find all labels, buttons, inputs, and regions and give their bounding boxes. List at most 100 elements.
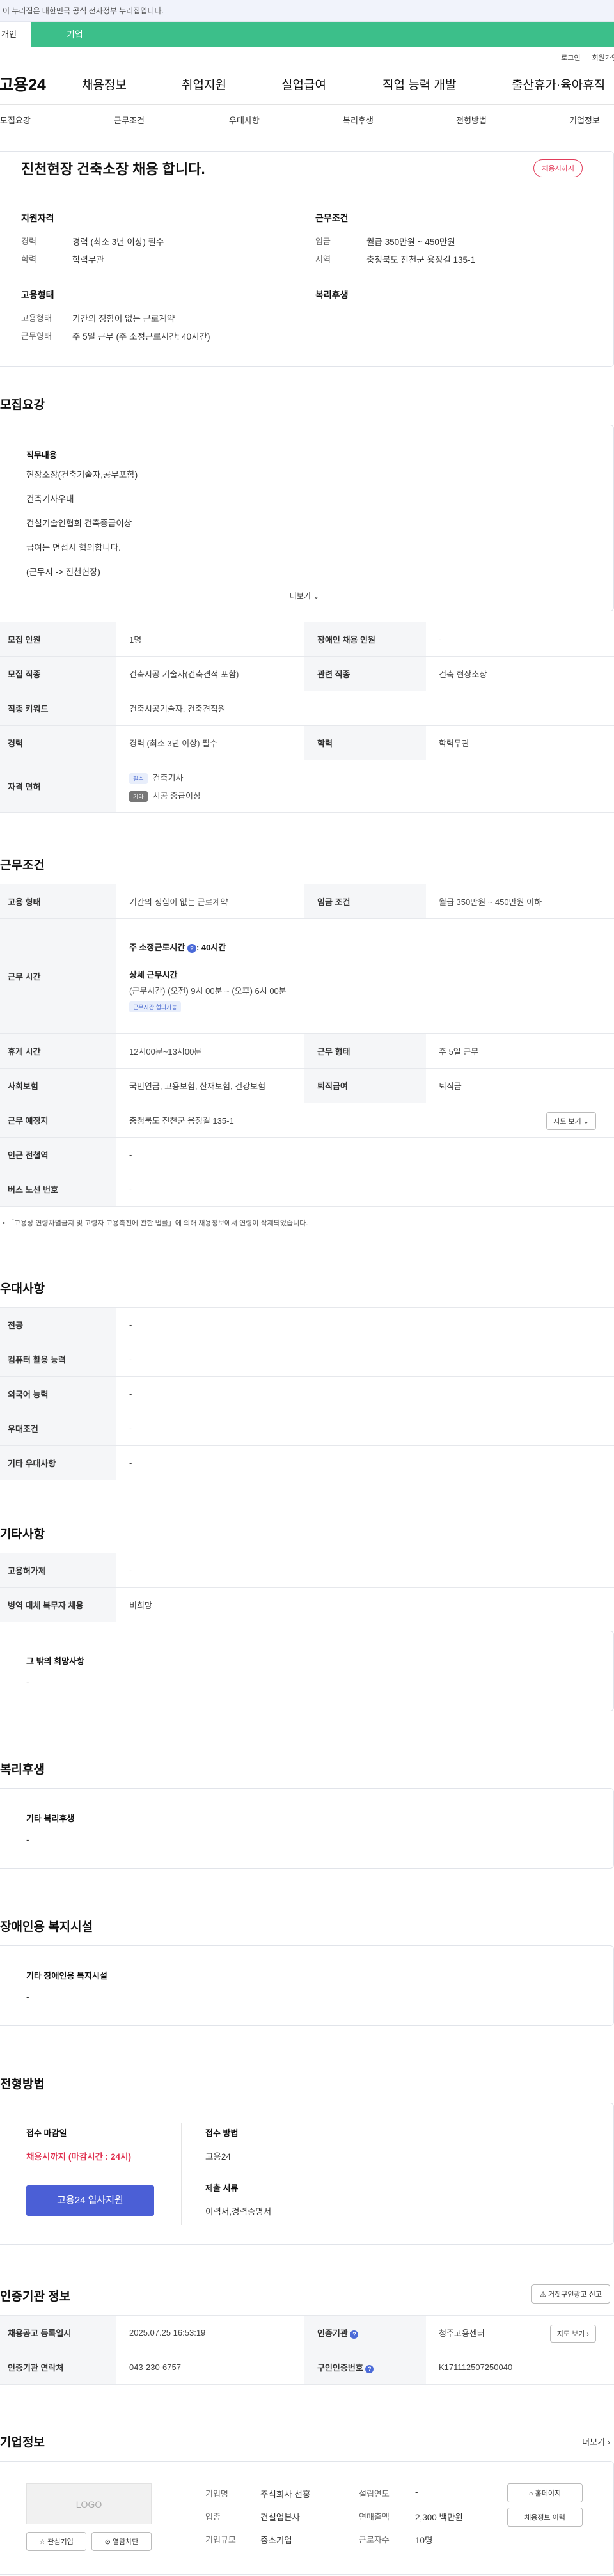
section-tab-welfare[interactable]: 복리후생 bbox=[343, 114, 374, 126]
emp-title: 고용형태 bbox=[21, 290, 54, 300]
table-row: 근무 시간 주 소정근로시간 ?: 40시간 상세 근무시간 (근무시간) (오… bbox=[0, 918, 614, 1034]
disab-sub: 기타 장애인용 복지시설 bbox=[26, 1971, 107, 1981]
age-note: • 「고용상 연령차별금지 및 고령자 고용촉진에 관한 법률」에 의해 채용정… bbox=[3, 1220, 308, 1227]
company-more-link[interactable]: 더보기 › bbox=[582, 2435, 610, 2447]
more-button[interactable]: 더보기 ⌄ bbox=[0, 579, 613, 611]
duty-line: 급여는 면접시 협의합니다. bbox=[26, 543, 121, 553]
chevron-down-icon: ⌄ bbox=[583, 1118, 589, 1126]
est-label: 설립연도 bbox=[359, 2489, 390, 2499]
login-link[interactable]: 로그인 bbox=[561, 54, 580, 62]
table-row: 병역 대체 복무자 채용 비희망 bbox=[0, 1587, 614, 1622]
cond-title: 근무조건 bbox=[315, 213, 349, 223]
deadline-badge: 채용시까지 bbox=[533, 159, 583, 177]
career-value: 경력 (최소 3년 이상) 필수 bbox=[72, 237, 164, 247]
area-label: 지역 bbox=[315, 255, 331, 264]
other-wish-card: 그 밖의 희망사항 - bbox=[0, 1631, 614, 1711]
gnb-item-jobs[interactable]: 채용정보 bbox=[82, 75, 127, 93]
doc-label: 제출 서류 bbox=[205, 2183, 239, 2193]
table-row: 버스 노선 번호 - bbox=[0, 1172, 614, 1207]
duty-line: (근무지 -> 진천현장) bbox=[26, 567, 100, 577]
agency-map-button[interactable]: 지도 보기 › bbox=[549, 2325, 596, 2343]
etc-tag: 기타 bbox=[129, 790, 148, 802]
edu-label: 학력 bbox=[21, 255, 36, 264]
chevron-down-icon: ⌄ bbox=[313, 592, 320, 601]
gnb-item-unemployment-benefit[interactable]: 실업급여 bbox=[281, 75, 326, 93]
method-value: 고용24 bbox=[205, 2152, 231, 2162]
table-row: 휴게 시간 12시00분~13시00분 근무 형태 주 5일 근무 bbox=[0, 1033, 614, 1069]
other-wish-title: 그 밖의 희망사항 bbox=[26, 1656, 84, 1666]
etc-table: 고용허가제 - 병역 대체 복무자 채용 비희망 bbox=[0, 1553, 614, 1622]
deadline-value: 채용시까지 (마감시간 : 24시) bbox=[26, 2152, 131, 2162]
industry-value: 건설업본사 bbox=[260, 2513, 301, 2522]
info-icon[interactable]: ? bbox=[187, 943, 196, 953]
apply-button[interactable]: 고용24 입사지원 bbox=[26, 2185, 154, 2216]
table-row: 고용 형태 기간의 정함이 없는 근로계약 임금 조건 월급 350만원 ~ 450만… bbox=[0, 884, 614, 919]
deadline-label: 접수 마감일 bbox=[26, 2128, 67, 2138]
duty-card: 직무내용 현장소장(건축기술자,공무포함) 건축기사우대 건설기술인협회 건축중… bbox=[0, 425, 614, 611]
pref-table: 전공 - 컴퓨터 활용 능력 - 외국어 능력 - 우대조건 - 기타 우대사항 - bbox=[0, 1307, 614, 1480]
table-row: 인증기관 연락처 043-230-6757 구인인증번호 ? K17111250725… bbox=[0, 2350, 614, 2385]
table-row: 자격 면허 필수 건축기사 기타 시공 중급이상 bbox=[0, 760, 614, 813]
company-card: LOGO ☆ 관심기업 ⊘ 열람차단 기업명 주식회사 선홍 설립연도 - 업종… bbox=[0, 2461, 614, 2575]
table-row: 우대조건 - bbox=[0, 1411, 614, 1446]
table-row: 모집 직종 건축시공 기술자(건축견적 포함) 관련 직종 건축 현장소장 bbox=[0, 656, 614, 691]
gnb-item-parental-leave[interactable]: 출산휴가·육아휴직 bbox=[512, 75, 605, 93]
employees-value: 10명 bbox=[415, 2536, 433, 2545]
table-row: 모집 인원 1명 장애인 채용 인원 - bbox=[0, 622, 614, 657]
table-row: 외국어 능력 - bbox=[0, 1376, 614, 1411]
duty-line: 현장소장(건축기술자,공무포함) bbox=[26, 470, 138, 480]
work-value: 주 5일 근무 (주 소정근로시간: 40시간) bbox=[72, 332, 210, 342]
info-icon[interactable]: ? bbox=[350, 2330, 359, 2339]
gnb-item-training[interactable]: 직업 능력 개발 bbox=[382, 75, 456, 93]
site-logo[interactable]: 고용24 bbox=[0, 72, 88, 95]
sales-label: 연매출액 bbox=[359, 2512, 390, 2522]
section-tab-preference[interactable]: 우대사항 bbox=[229, 114, 260, 126]
table-row: 고용허가제 - bbox=[0, 1553, 614, 1588]
welfare-card: 기타 복리후생 - bbox=[0, 1788, 614, 1869]
table-row: 직종 키워드 건축시공기술자, 건축견적원 bbox=[0, 691, 614, 726]
divider bbox=[181, 2123, 182, 2225]
info-icon[interactable]: ? bbox=[365, 2365, 374, 2373]
tab-company[interactable]: 기업 bbox=[31, 22, 614, 47]
emp-type-label: 고용형태 bbox=[21, 313, 52, 323]
welfare-value: - bbox=[26, 1835, 29, 1844]
edu-value: 학력무관 bbox=[72, 255, 104, 265]
other-wish-value: - bbox=[26, 1677, 29, 1687]
section-tab-company[interactable]: 기업정보 bbox=[569, 114, 600, 126]
section-tab-conditions[interactable]: 근무조건 bbox=[114, 114, 145, 126]
company-name: 주식회사 선홍 bbox=[260, 2490, 311, 2499]
industry-label: 업종 bbox=[205, 2512, 221, 2522]
process-title: 전형방법 bbox=[0, 2078, 45, 2091]
scale-label: 기업규모 bbox=[205, 2535, 236, 2545]
map-button[interactable]: 지도 보기 ⌄ bbox=[546, 1112, 596, 1130]
fav-company-button[interactable]: ☆ 관심기업 bbox=[26, 2532, 86, 2551]
sales-value: 2,300 백만원 bbox=[415, 2513, 463, 2522]
table-row: 전공 - bbox=[0, 1307, 614, 1342]
conditions-table: 고용 형태 기간의 정함이 없는 근로계약 임금 조건 월급 350만원 ~ 450만… bbox=[0, 884, 614, 1207]
chevron-right-icon: › bbox=[586, 2330, 589, 2338]
history-button[interactable]: 채용정보 이력 bbox=[507, 2508, 583, 2527]
agency-table: 채용공고 등록일시 2025.07.25 16:53:19 인증기관 ? 청주고용센터… bbox=[0, 2315, 614, 2385]
pref-title: 우대사항 bbox=[0, 1282, 45, 1296]
duty-line: 건축기사우대 bbox=[26, 494, 74, 504]
signup-link[interactable]: 회원가입 bbox=[592, 54, 614, 62]
report-button[interactable]: ⚠ 거짓구인광고 신고 bbox=[531, 2284, 610, 2304]
gnb-item-employment-support[interactable]: 취업지원 bbox=[182, 75, 226, 93]
section-tab-process[interactable]: 전형방법 bbox=[456, 114, 487, 126]
table-row: 인근 전철역 - bbox=[0, 1137, 614, 1172]
company-title: 기업정보 bbox=[0, 2436, 45, 2449]
table-row: 컴퓨터 활용 능력 - bbox=[0, 1342, 614, 1377]
qual-title: 지원자격 bbox=[21, 213, 54, 223]
table-row: 사회보험 국민연금, 고용보험, 산재보험, 건강보험 퇴직급여 퇴직금 bbox=[0, 1068, 614, 1103]
process-card: 접수 마감일 채용시까지 (마감시간 : 24시) 고용24 입사지원 접수 방… bbox=[0, 2103, 614, 2245]
recruit-table: 모집 인원 1명 장애인 채용 인원 - 모집 직종 건축시공 기술자(건축견적 포함)… bbox=[0, 622, 614, 813]
block-company-button[interactable]: ⊘ 열람차단 bbox=[91, 2532, 152, 2551]
etc-title: 기타사항 bbox=[0, 1528, 45, 1541]
table-row: 경력 경력 (최소 3년 이상) 필수 학력 학력무관 bbox=[0, 725, 614, 760]
tab-personal[interactable]: 개인 bbox=[0, 22, 31, 47]
welfare-sub: 기타 복리후생 bbox=[26, 1814, 75, 1823]
homepage-button[interactable]: ⌂ 홈페이지 bbox=[507, 2483, 583, 2502]
section-tab-recruit[interactable]: 모집요강 bbox=[0, 114, 31, 126]
star-icon: ☆ bbox=[39, 2538, 48, 2546]
company-logo: LOGO bbox=[26, 2483, 152, 2524]
